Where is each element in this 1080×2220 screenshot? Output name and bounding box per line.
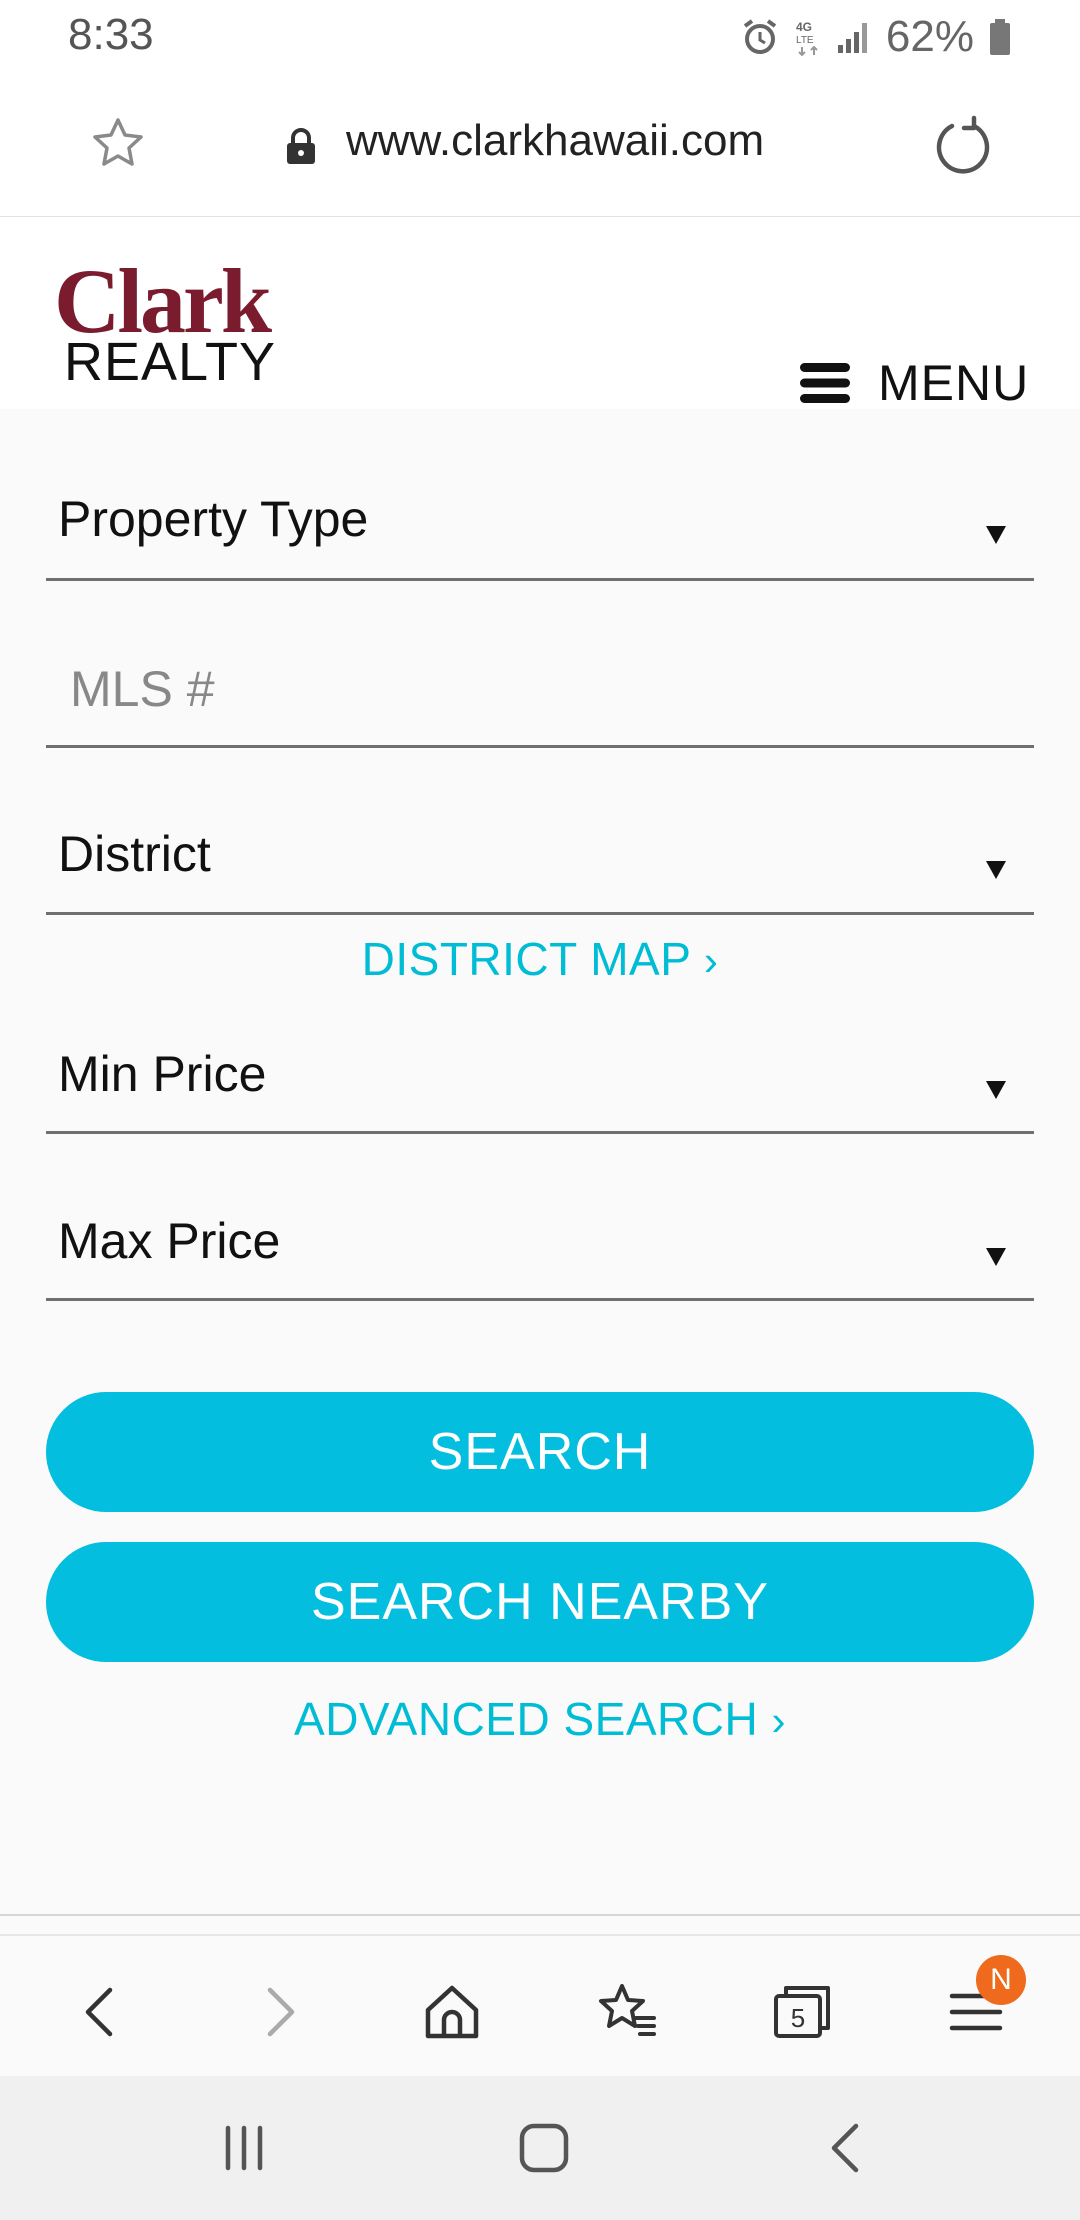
- district-map-link[interactable]: DISTRICT MAP ›: [0, 932, 1080, 986]
- property-type-select[interactable]: Property Type: [46, 470, 1034, 581]
- recent-apps-icon[interactable]: [216, 2120, 272, 2176]
- site-header: Clark REALTY MENU: [0, 217, 1080, 411]
- search-button[interactable]: SEARCH: [46, 1392, 1034, 1512]
- tab-count: 5: [791, 2003, 805, 2033]
- min-price-select[interactable]: Min Price: [46, 1025, 1034, 1134]
- menu-button[interactable]: MENU: [800, 355, 1029, 411]
- district-label: District: [58, 826, 211, 882]
- bookmark-star-icon[interactable]: [88, 114, 148, 174]
- lock-icon: [287, 128, 315, 164]
- 4g-lte-icon: 4GLTE: [796, 20, 818, 57]
- max-price-select[interactable]: Max Price: [46, 1192, 1034, 1301]
- tabs-icon[interactable]: 5: [770, 1980, 834, 2044]
- status-icons: 4G LTE 62%: [740, 12, 1012, 62]
- chevron-down-icon: [986, 526, 1006, 544]
- url-text[interactable]: www.clarkhawaii.com: [346, 116, 764, 166]
- alarm-icon: [743, 19, 777, 54]
- forward-icon[interactable]: [246, 1980, 310, 2044]
- home-icon[interactable]: [420, 1980, 484, 2044]
- system-back-icon[interactable]: [820, 2120, 876, 2176]
- chevron-right-icon: ›: [771, 1697, 786, 1744]
- chevron-down-icon: [986, 1081, 1006, 1099]
- district-select[interactable]: District: [46, 805, 1034, 915]
- svg-text:LTE: LTE: [796, 35, 814, 46]
- menu-label: MENU: [878, 355, 1030, 411]
- mls-number-input[interactable]: MLS #: [46, 640, 1034, 748]
- mls-placeholder: MLS #: [70, 661, 215, 717]
- advanced-search-label: ADVANCED SEARCH: [294, 1693, 759, 1745]
- bookmarks-icon[interactable]: [596, 1980, 660, 2044]
- advanced-search-link[interactable]: ADVANCED SEARCH ›: [0, 1692, 1080, 1746]
- max-price-label: Max Price: [58, 1213, 281, 1269]
- search-nearby-button[interactable]: SEARCH NEARBY: [46, 1542, 1034, 1662]
- hamburger-icon: [800, 363, 850, 403]
- reload-icon[interactable]: [930, 114, 992, 176]
- browser-toolbar: 5: [0, 1934, 1080, 2078]
- chevron-down-icon: [986, 861, 1006, 879]
- battery-percent: 62%: [885, 12, 974, 61]
- status-bar: 8:33 4G LTE 62%: [0, 0, 1080, 72]
- battery-icon: [990, 19, 1010, 55]
- min-price-label: Min Price: [58, 1046, 267, 1102]
- svg-text:4G: 4G: [796, 20, 812, 34]
- status-time: 8:33: [68, 10, 154, 59]
- chevron-down-icon: [986, 1248, 1006, 1266]
- home-button-icon[interactable]: [516, 2120, 572, 2176]
- back-icon[interactable]: [70, 1980, 134, 2044]
- browser-url-bar: www.clarkhawaii.com: [0, 72, 1080, 218]
- signal-icon: [837, 23, 867, 53]
- notification-badge: N: [976, 1955, 1026, 2005]
- android-nav-bar: [0, 2076, 1080, 2220]
- logo-realty-text: REALTY: [64, 332, 277, 392]
- district-map-label: DISTRICT MAP: [361, 933, 691, 985]
- chevron-right-icon: ›: [703, 937, 719, 984]
- divider: [0, 1914, 1080, 1916]
- clark-realty-logo[interactable]: Clark REALTY: [54, 255, 284, 389]
- property-type-label: Property Type: [58, 491, 369, 547]
